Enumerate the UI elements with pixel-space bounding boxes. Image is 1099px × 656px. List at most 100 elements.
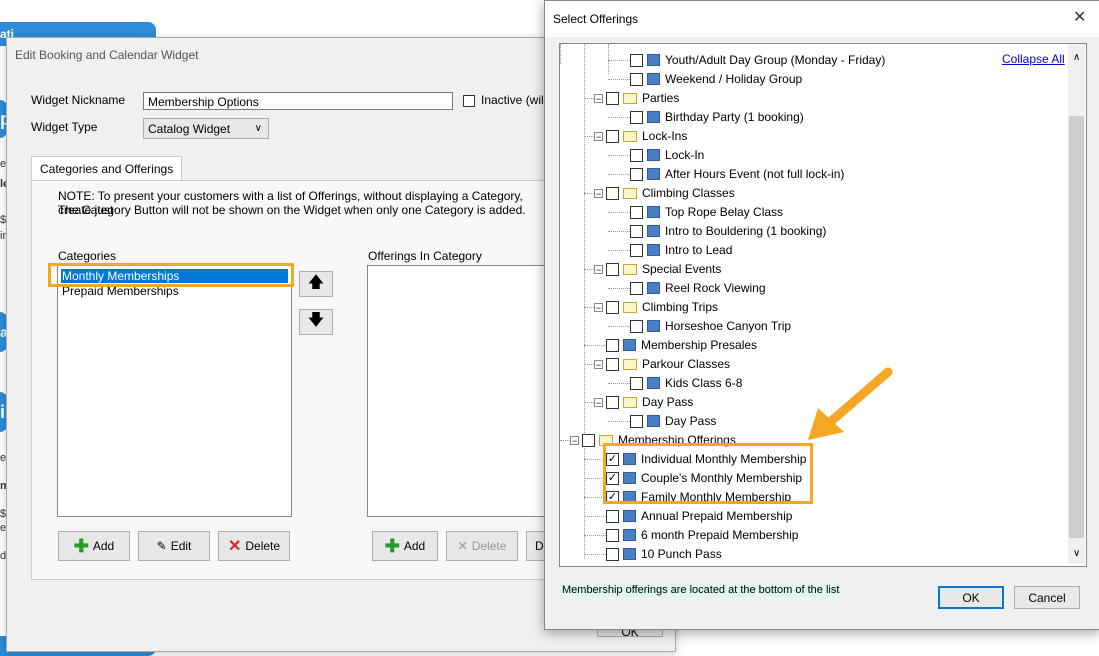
categories-list[interactable]: Monthly Memberships Prepaid Memberships xyxy=(57,265,292,517)
add-offering-button[interactable]: ✚ Add xyxy=(372,531,438,561)
cancel-button[interactable]: Cancel xyxy=(1014,586,1080,609)
tree-offering-node[interactable]: 10 Punch Pass xyxy=(606,545,722,563)
collapse-toggle-icon[interactable]: − xyxy=(594,397,603,407)
tree-offering-node[interactable]: Day Pass xyxy=(630,412,716,430)
tree-offering-node[interactable]: 6 month Prepaid Membership xyxy=(606,526,798,544)
calendar-icon xyxy=(623,548,636,560)
offerings-list[interactable] xyxy=(367,265,548,517)
tree-checkbox[interactable] xyxy=(606,262,619,276)
scroll-up-icon[interactable]: ∧ xyxy=(1073,52,1080,63)
tree-checkbox[interactable] xyxy=(630,319,643,333)
tree-checkbox[interactable] xyxy=(606,395,619,409)
collapse-toggle-icon[interactable]: − xyxy=(594,131,603,141)
ok-button[interactable]: OK xyxy=(938,586,1004,609)
tree-checkbox[interactable] xyxy=(630,224,643,238)
tree-offering-node[interactable]: Intro to Bouldering (1 booking) xyxy=(630,222,826,240)
tree-node-label: Weekend / Holiday Group xyxy=(665,72,803,86)
tree-checkbox[interactable] xyxy=(606,528,619,542)
folder-icon xyxy=(623,396,637,408)
tree-connector xyxy=(584,364,594,365)
tree-offering-node[interactable]: Annual Prepaid Membership xyxy=(606,507,792,525)
tree-offering-node[interactable]: Top Rope Belay Class xyxy=(630,203,783,221)
tree-checkbox[interactable] xyxy=(606,300,619,314)
tree-checkbox[interactable] xyxy=(606,509,619,523)
tree-category-node[interactable]: − Lock-Ins xyxy=(594,127,687,145)
delete-category-button[interactable]: ✕ Delete xyxy=(218,531,290,561)
tab-panel: NOTE: To present your customers with a l… xyxy=(31,180,549,580)
tree-checkbox[interactable] xyxy=(630,281,643,295)
tree-connector xyxy=(608,60,630,61)
collapse-toggle-icon[interactable]: − xyxy=(594,93,603,103)
tree-checkbox[interactable] xyxy=(630,148,643,162)
collapse-toggle-icon[interactable]: − xyxy=(594,264,603,274)
collapse-toggle-icon[interactable]: − xyxy=(570,435,579,445)
dialog-title: Select Offerings xyxy=(553,12,639,26)
tree-category-node[interactable]: − Climbing Classes xyxy=(594,184,735,202)
collapse-toggle-icon[interactable]: − xyxy=(594,188,603,198)
tree-checkbox[interactable] xyxy=(582,433,595,447)
tree-offering-node[interactable]: Reel Rock Viewing xyxy=(630,279,766,297)
calendar-icon xyxy=(647,225,660,237)
scrollbar[interactable]: ∧ ∨ xyxy=(1068,44,1085,564)
tree-node-label: Membership Presales xyxy=(641,338,758,352)
nickname-input[interactable]: Membership Options xyxy=(143,92,453,110)
move-down-button[interactable]: 🡇 xyxy=(299,309,333,335)
scroll-down-icon[interactable]: ∨ xyxy=(1073,548,1080,559)
tree-checkbox[interactable] xyxy=(630,414,643,428)
caption-text: Membership offerings are located at the … xyxy=(559,583,843,597)
tree-connector xyxy=(584,345,606,346)
collapse-toggle-icon[interactable]: − xyxy=(594,302,603,312)
inactive-checkbox[interactable] xyxy=(463,95,475,107)
tree-offering-node[interactable]: Youth/Adult Day Group (Monday - Friday) xyxy=(630,51,885,69)
tree-checkbox[interactable] xyxy=(630,110,643,124)
tree-category-node[interactable]: − Parties xyxy=(594,89,679,107)
tree-checkbox[interactable] xyxy=(606,129,619,143)
tree-category-node[interactable]: − Special Events xyxy=(594,260,721,278)
delete-offering-button[interactable]: ✕ Delete xyxy=(446,531,518,561)
tree-offering-node[interactable]: After Hours Event (not full lock-in) xyxy=(630,165,844,183)
tree-checkbox[interactable] xyxy=(606,357,619,371)
tree-node-label: Reel Rock Viewing xyxy=(665,281,766,295)
tree-node-label: Annual Prepaid Membership xyxy=(641,509,793,523)
tree-connector xyxy=(560,44,561,64)
tree-checkbox[interactable] xyxy=(630,72,643,86)
tab-categories-offerings[interactable]: Categories and Offerings xyxy=(31,156,183,181)
move-up-button[interactable]: 🡅 xyxy=(299,271,333,297)
scrollbar-thumb[interactable] xyxy=(1069,116,1084,538)
widget-type-select[interactable]: Catalog Widget ∨ xyxy=(143,118,269,139)
tree-node-label: 6 month Prepaid Membership xyxy=(641,528,799,542)
close-icon[interactable]: ✕ xyxy=(1073,7,1086,27)
tree-connector xyxy=(584,307,594,308)
tree-node-label: Day Pass xyxy=(665,414,717,428)
tree-category-node[interactable]: − Climbing Trips xyxy=(594,298,718,316)
tree-connector xyxy=(608,231,630,232)
collapse-toggle-icon[interactable]: − xyxy=(594,359,603,369)
tree-offering-node[interactable]: Membership Presales xyxy=(606,336,757,354)
tree-offering-node[interactable]: Weekend / Holiday Group xyxy=(630,70,802,88)
tree-checkbox[interactable] xyxy=(630,376,643,390)
tree-node-label: Lock-Ins xyxy=(642,129,688,143)
calendar-icon xyxy=(647,244,660,256)
tree-category-node[interactable]: − Parkour Classes xyxy=(594,355,730,373)
tree-connector xyxy=(584,44,585,455)
tree-checkbox[interactable] xyxy=(606,91,619,105)
tree-offering-node[interactable]: Intro to Lead xyxy=(630,241,732,259)
calendar-icon xyxy=(623,529,636,541)
tree-checkbox[interactable] xyxy=(630,167,643,181)
collapse-all-link[interactable]: Collapse All xyxy=(1002,52,1065,66)
tree-offering-node[interactable]: Birthday Party (1 booking) xyxy=(630,108,804,126)
tree-category-node[interactable]: − Day Pass xyxy=(594,393,693,411)
tree-node-label: Climbing Classes xyxy=(642,186,735,200)
edit-category-button[interactable]: ✎ Edit xyxy=(138,531,210,561)
tree-checkbox[interactable] xyxy=(606,186,619,200)
add-category-button[interactable]: ✚ Add xyxy=(58,531,130,561)
tree-checkbox[interactable] xyxy=(630,53,643,67)
tree-checkbox[interactable] xyxy=(606,547,619,561)
tree-checkbox[interactable] xyxy=(630,205,643,219)
delete-icon: ✕ xyxy=(457,539,468,553)
tree-offering-node[interactable]: Lock-In xyxy=(630,146,704,164)
tree-checkbox[interactable] xyxy=(630,243,643,257)
tree-offering-node[interactable]: Horseshoe Canyon Trip xyxy=(630,317,791,335)
tree-checkbox[interactable] xyxy=(606,338,619,352)
tree-offering-node[interactable]: Kids Class 6-8 xyxy=(630,374,742,392)
